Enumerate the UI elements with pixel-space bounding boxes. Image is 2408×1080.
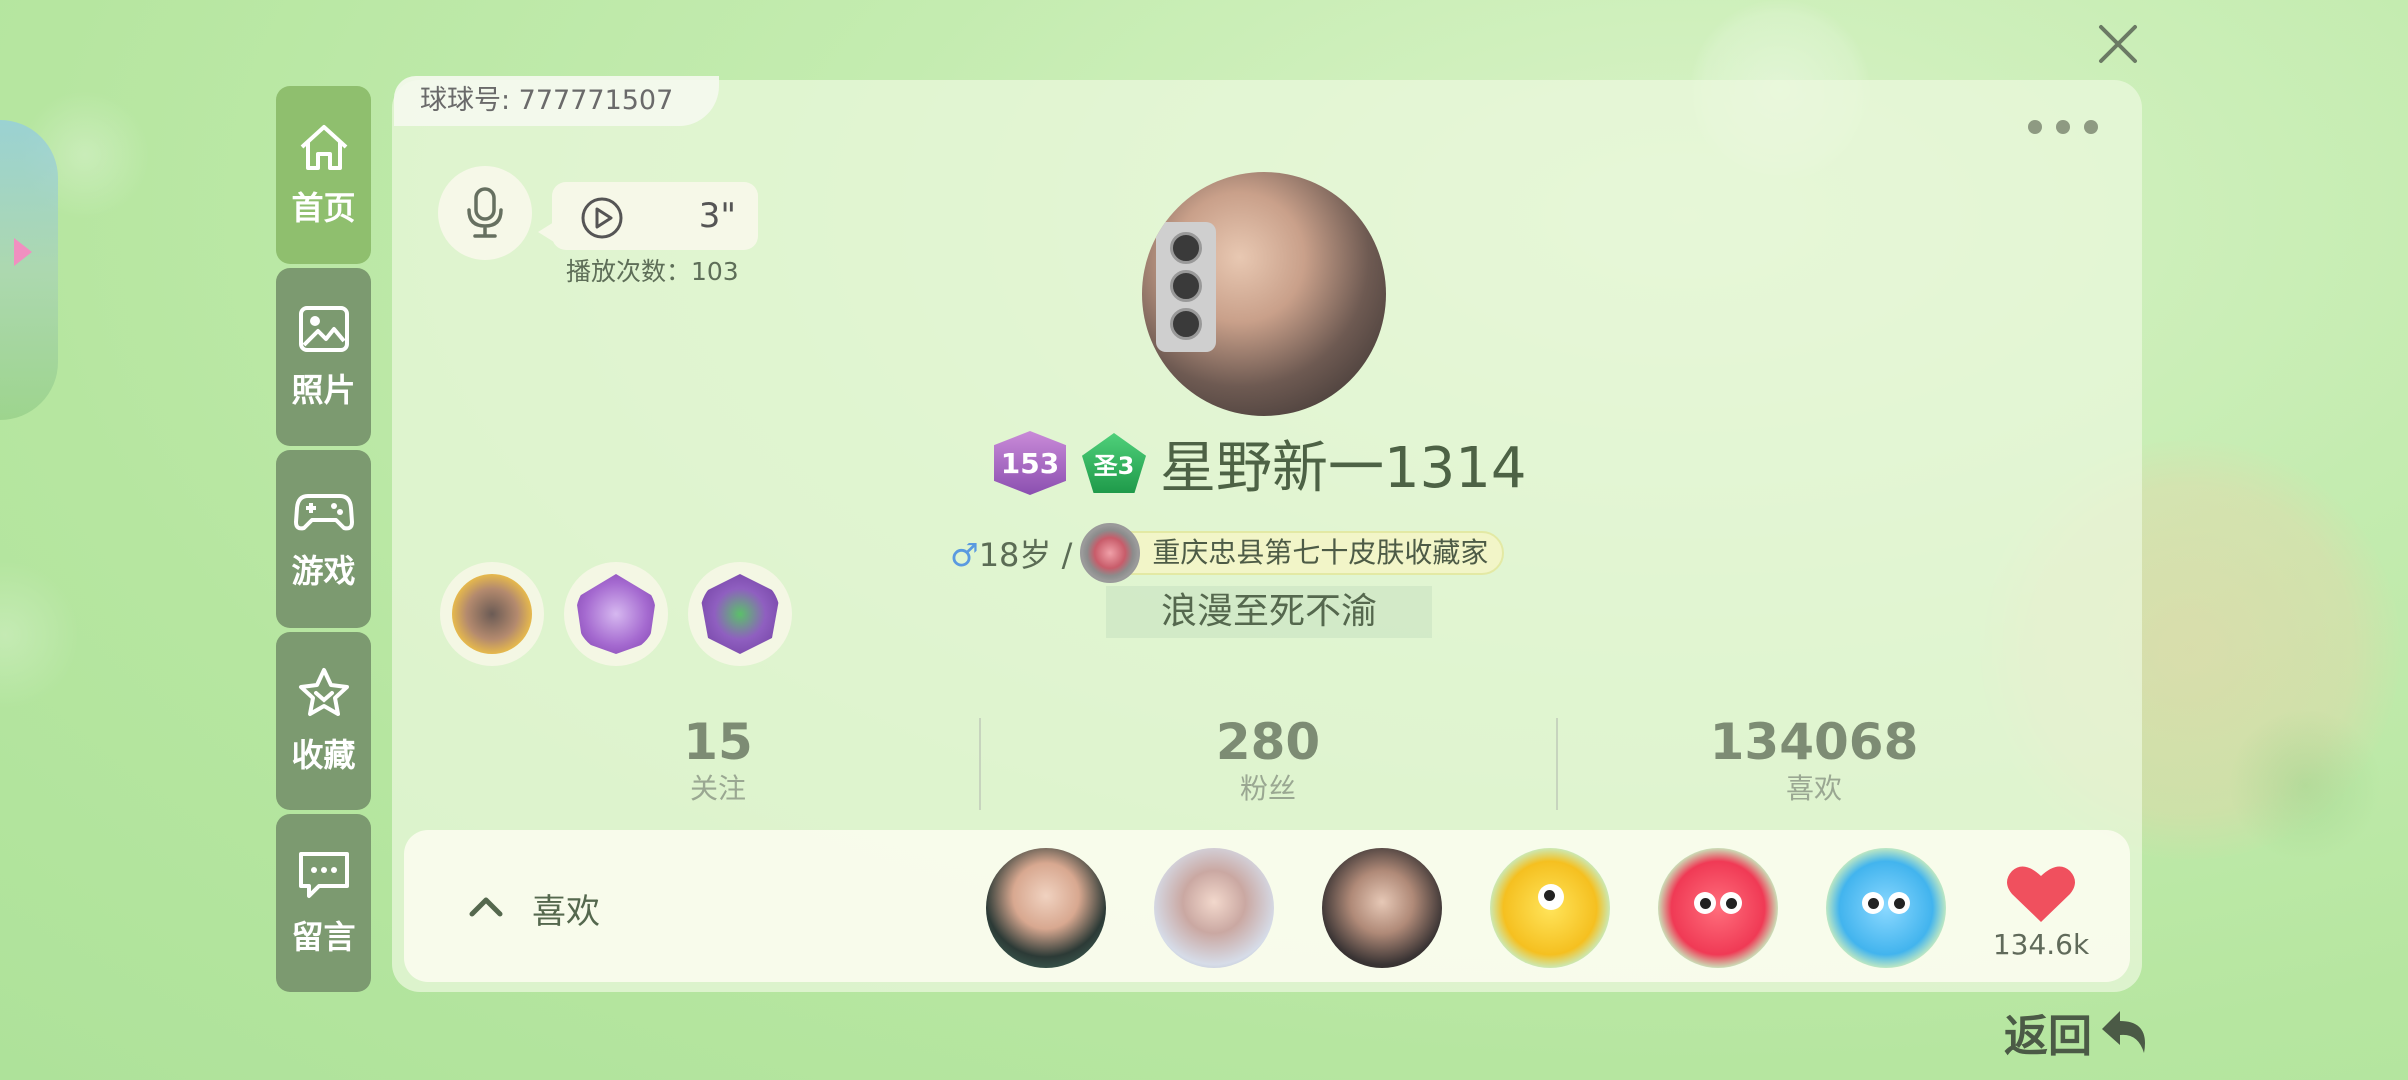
close-icon [2099, 25, 2137, 63]
liker-avatar[interactable] [1154, 848, 1274, 968]
level-badge[interactable]: 153 [994, 431, 1066, 495]
sidebar-item-photos[interactable]: 照片 [276, 268, 371, 446]
sidebar-item-messages[interactable]: 留言 [276, 814, 371, 992]
title-text: 重庆忠县第七十皮肤收藏家 [1152, 536, 1489, 569]
more-options-button[interactable] [2028, 112, 2098, 142]
eye-icon [1888, 892, 1910, 914]
close-button[interactable] [2088, 14, 2148, 74]
sidebar-item-label: 收藏 [291, 736, 356, 774]
liker-avatar[interactable] [1826, 848, 1946, 968]
stat-label: 关注 [689, 772, 746, 805]
stat-value: 134068 [1709, 713, 1919, 771]
arrow-right-icon [14, 238, 32, 266]
star-icon [298, 668, 349, 716]
divider [1556, 718, 1558, 810]
shield-medal[interactable] [688, 562, 792, 666]
background-bubble [0, 560, 80, 710]
male-icon: ♂ [950, 536, 979, 574]
sidebar-item-label: 首页 [291, 189, 356, 227]
sidebar-item-label: 留言 [291, 918, 356, 956]
sidebar: 首页 照片 游戏 收藏 留言 [276, 86, 371, 996]
avatar-photo-detail [1156, 222, 1216, 352]
return-arrow-icon [2102, 1011, 2145, 1053]
side-drawer-handle[interactable] [0, 120, 58, 420]
liker-avatar[interactable] [1322, 848, 1442, 968]
gender-age: ♂18岁 / [950, 530, 1072, 576]
eye-icon [1862, 892, 1884, 914]
dot-icon [2028, 120, 2042, 134]
stat-label: 喜欢 [1785, 772, 1842, 805]
sidebar-item-games[interactable]: 游戏 [276, 450, 371, 628]
home-icon [300, 125, 347, 170]
likes-label: 喜欢 [532, 892, 600, 932]
name-row: 153 圣3 星野新一1314 [994, 428, 1527, 501]
stat-likes[interactable]: 134068 喜欢 [1664, 712, 1964, 806]
avatar[interactable] [1142, 172, 1386, 416]
liker-avatar[interactable] [986, 848, 1106, 968]
play-icon [581, 197, 623, 239]
gold-frame-icon [452, 574, 532, 654]
play-count: 播放次数：103 [566, 257, 739, 286]
like-count: 134.6k [1992, 928, 2090, 961]
liker-avatar[interactable] [1658, 848, 1778, 968]
back-button[interactable]: 返回 [2004, 1000, 2152, 1064]
age: 18岁 / [978, 536, 1073, 574]
voice-duration: 3" [698, 196, 736, 236]
eye-icon [1720, 892, 1742, 914]
info-row: ♂18岁 / 重庆忠县第七十皮肤收藏家 [950, 523, 1505, 583]
stat-label: 粉丝 [1239, 772, 1296, 805]
sidebar-item-label: 照片 [291, 371, 356, 409]
voice-intro-player[interactable]: 3" [538, 182, 758, 250]
record-voice-button[interactable] [438, 166, 532, 260]
chevron-up-icon [469, 897, 503, 917]
sidebar-item-favorites[interactable]: 收藏 [276, 632, 371, 810]
medal-list [440, 562, 812, 666]
nickname: 星野新一1314 [1160, 435, 1527, 501]
back-label: 返回 [2004, 1011, 2092, 1062]
sidebar-item-label: 游戏 [291, 552, 356, 590]
stat-following[interactable]: 15 关注 [568, 712, 868, 806]
purple-shield-check-icon [700, 574, 780, 654]
sidebar-item-home[interactable]: 首页 [276, 86, 371, 264]
account-id: 球球号: 777771507 [394, 76, 720, 126]
eye-icon [1538, 884, 1564, 910]
heart-icon [2007, 866, 2075, 922]
background-bubble [2230, 710, 2380, 860]
likes-bar: 喜欢 134.6k [404, 830, 2130, 982]
like-button[interactable]: 134.6k [1986, 856, 2096, 966]
stats-row: 15 关注 280 粉丝 134068 喜欢 [392, 712, 2142, 812]
gamepad-icon [293, 494, 354, 531]
stat-value: 280 [1215, 713, 1321, 771]
dot-icon [2084, 120, 2098, 134]
photo-icon [298, 306, 349, 352]
purple-home-medal-icon [576, 574, 656, 654]
collapse-button[interactable] [456, 876, 516, 936]
eye-icon [1694, 892, 1716, 914]
stat-fans[interactable]: 280 粉丝 [1118, 712, 1418, 806]
signature: 浪漫至死不渝 [1106, 586, 1432, 638]
liker-avatar[interactable] [1490, 848, 1610, 968]
home-medal[interactable] [564, 562, 668, 666]
saint-rank-badge[interactable]: 圣3 [1082, 433, 1146, 493]
dot-icon [2056, 120, 2070, 134]
microphone-icon [467, 187, 503, 238]
message-icon [298, 852, 349, 898]
divider [979, 718, 981, 810]
title-seal-icon [1080, 523, 1141, 583]
title-badge[interactable]: 重庆忠县第七十皮肤收藏家 [1080, 523, 1505, 583]
stat-value: 15 [683, 713, 753, 771]
avatar-frame-medal[interactable] [440, 562, 544, 666]
